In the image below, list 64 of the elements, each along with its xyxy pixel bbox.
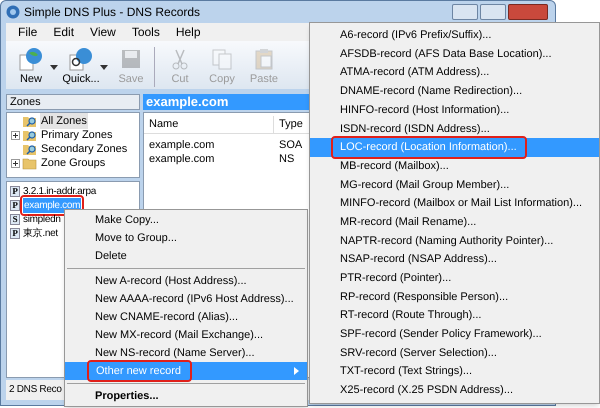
zone-item[interactable]: 東京.net xyxy=(22,226,59,240)
expand-toggle[interactable] xyxy=(11,130,20,140)
tree-item[interactable]: Zone Groups xyxy=(40,154,106,172)
menu-item[interactable]: New MX-record (Mail Exchange)... xyxy=(65,326,307,344)
panel-header: Zones xyxy=(6,94,140,110)
menu-item[interactable]: SPF-record (Sender Policy Framework)... xyxy=(310,325,599,344)
zone-type-icon: P xyxy=(10,186,20,196)
folder-magnifier-icon xyxy=(22,114,38,128)
copy-icon xyxy=(210,46,234,70)
window-title: Simple DNS Plus - DNS Records xyxy=(24,4,200,21)
menu-item[interactable]: SRV-record (Server Selection)... xyxy=(310,344,599,362)
menu-item[interactable]: ATMA-record (ATM Address)... xyxy=(310,63,599,82)
zone-item[interactable]: 3.2.1.in-addr.arpa xyxy=(22,184,97,198)
table-cell-text: NS xyxy=(278,152,296,167)
toolbar-button[interactable]: New xyxy=(12,46,50,87)
menu-item[interactable]: New AAAA-record (IPv6 Host Address)... xyxy=(65,290,307,308)
folder-magnifier-icon xyxy=(22,128,38,142)
menu-item[interactable]: New A-record (Host Address)... xyxy=(65,272,307,290)
folder-icon xyxy=(22,156,38,170)
menu-item[interactable]: MINFO-record (Mailbox or Mail List Information)... xyxy=(310,194,599,213)
minimize-button[interactable] xyxy=(452,4,478,20)
caret-icon[interactable] xyxy=(50,65,58,71)
menu-item[interactable]: Edit xyxy=(47,23,80,41)
expand-toggle[interactable] xyxy=(11,158,20,168)
menu-item[interactable]: ISDN-record (ISDN Address)... xyxy=(310,119,599,138)
column-header[interactable]: Type xyxy=(274,116,308,133)
menu-item[interactable]: Tools xyxy=(126,23,166,41)
menu-item[interactable]: MR-record (Mail Rename)... xyxy=(310,212,599,232)
caret-icon[interactable] xyxy=(100,65,108,71)
menu-item[interactable]: MG-record (Mail Group Member)... xyxy=(310,176,599,194)
column-header[interactable]: Name xyxy=(144,116,274,133)
menu-item[interactable]: NAPTR-record (Naming Authority Pointer)... xyxy=(310,232,599,250)
zone-type-icon: P xyxy=(10,200,20,210)
tree-item[interactable]: Primary Zones xyxy=(40,126,114,144)
folder-magnifier-icon xyxy=(22,142,38,156)
tree-item[interactable]: Secondary Zones xyxy=(40,140,128,158)
tree-item[interactable]: All Zones xyxy=(40,112,88,130)
menu-item[interactable]: MB-record (Mailbox)... xyxy=(310,156,599,176)
table-cell-text: SOA xyxy=(278,138,304,153)
menu-item[interactable]: Move to Group... xyxy=(65,229,307,247)
maximize-button[interactable] xyxy=(480,4,506,20)
menu-item[interactable]: RP-record (Responsible Person)... xyxy=(310,288,599,306)
menu-item[interactable]: TXT-record (Text Strings)... xyxy=(310,362,599,382)
menu-item[interactable]: Delete xyxy=(65,247,307,265)
zone-type-icon: S xyxy=(10,214,20,224)
table-cell-text: example.com xyxy=(148,152,216,167)
menu-item[interactable]: New NS-record (Name Server)... xyxy=(65,344,307,362)
menu-item[interactable]: PTR-record (Pointer)... xyxy=(310,268,599,288)
globe-page-icon xyxy=(18,46,44,70)
menu-item[interactable]: View xyxy=(84,23,122,41)
menu-item[interactable]: NSAP-record (NSAP Address)... xyxy=(310,250,599,269)
menu-item[interactable]: Help xyxy=(170,23,207,41)
zone-type-icon: P xyxy=(10,228,20,238)
table-cell-text: example.com xyxy=(148,138,216,153)
toolbar-button[interactable]: Quick... xyxy=(62,46,100,87)
app-icon xyxy=(6,5,20,19)
menu-item[interactable]: AFSDB-record (AFS Data Base Location)... xyxy=(310,44,599,64)
menu-item[interactable]: New CNAME-record (Alias)... xyxy=(65,308,307,326)
globe-page-icon xyxy=(68,46,94,70)
menu-item[interactable]: File xyxy=(12,23,44,41)
menu-item[interactable]: Make Copy... xyxy=(65,211,307,229)
menu-item[interactable]: RT-record (Route Through)... xyxy=(310,306,599,325)
zone-item[interactable]: simpledn xyxy=(22,212,62,226)
menu-item[interactable]: A6-record (IPv6 Prefix/Suffix)... xyxy=(310,26,599,45)
